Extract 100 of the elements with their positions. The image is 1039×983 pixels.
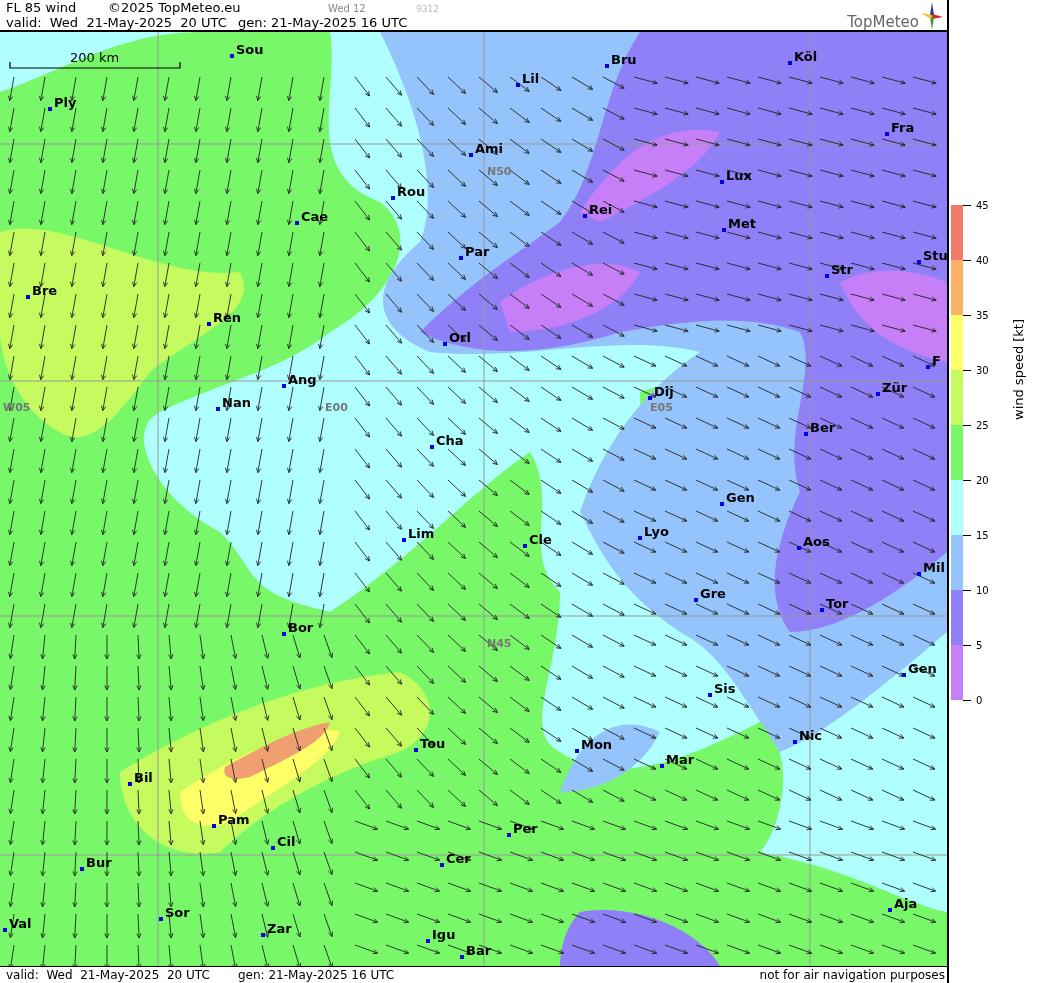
city-marker-icon	[523, 544, 527, 548]
city-marker-icon	[708, 693, 712, 697]
city-marker-icon	[885, 132, 889, 136]
city-label: Lil	[522, 72, 540, 85]
city-label: Fra	[891, 121, 915, 134]
city-marker-icon	[443, 342, 447, 346]
generated-time: gen: 21-May-2025 16 UTC	[238, 968, 395, 982]
grid-label: E00	[325, 402, 348, 413]
grid-label: N45	[487, 638, 512, 649]
grid-label: N50	[487, 166, 512, 177]
city-label: Bru	[611, 53, 637, 66]
city-label: Cae	[301, 210, 329, 223]
chart-title: FL 85 wind	[6, 0, 78, 15]
city-label: Gen	[726, 491, 755, 504]
city-marker-icon	[825, 274, 829, 278]
city-label: Bar	[466, 944, 492, 957]
tick-label: 40	[976, 254, 989, 266]
city-marker-icon	[648, 396, 652, 400]
tick-label: 30	[976, 364, 989, 376]
city-marker-icon	[440, 863, 444, 867]
city-marker-icon	[391, 196, 395, 200]
city-label: Bur	[86, 856, 112, 869]
city-label: F	[932, 354, 941, 367]
tick-label: 0	[976, 694, 983, 706]
city-label: Lyo	[644, 525, 669, 538]
city-label: Dij	[654, 385, 674, 398]
city-label: Gen	[908, 662, 937, 675]
city-label: Ren	[213, 311, 242, 324]
city-label: Bil	[134, 771, 153, 784]
city-label: Lim	[408, 527, 435, 540]
city-label: Bre	[32, 284, 58, 297]
city-label: Nan	[222, 396, 251, 409]
city-marker-icon	[207, 322, 211, 326]
city-marker-icon	[507, 833, 511, 837]
city-marker-icon	[402, 538, 406, 542]
city-label: Köl	[794, 50, 818, 63]
city-marker-icon	[460, 955, 464, 959]
city-marker-icon	[271, 846, 275, 850]
city-marker-icon	[583, 214, 587, 218]
city-marker-icon	[128, 782, 132, 786]
city-label: Tou	[420, 737, 446, 750]
city-label: Par	[465, 245, 490, 258]
grid-label: E05	[650, 402, 673, 413]
city-marker-icon	[230, 54, 234, 58]
city-marker-icon	[926, 365, 930, 369]
city-marker-icon	[261, 933, 265, 937]
city-label: Met	[728, 217, 756, 230]
tick-label: 5	[976, 639, 983, 651]
tick-label: 20	[976, 474, 989, 486]
city-marker-icon	[212, 824, 216, 828]
compass-star-icon	[921, 2, 943, 30]
city-marker-icon	[469, 153, 473, 157]
city-label: Orl	[449, 331, 471, 344]
city-label: Ang	[288, 373, 317, 386]
city-marker-icon	[694, 598, 698, 602]
generated-time: gen: 21-May-2025 16 UTC	[238, 15, 408, 30]
city-label: Stu	[923, 249, 947, 262]
city-marker-icon	[660, 764, 664, 768]
city-marker-icon	[722, 228, 726, 232]
city-label: Zür	[882, 381, 908, 394]
city-marker-icon	[282, 632, 286, 636]
tick-label: 10	[976, 584, 989, 596]
city-marker-icon	[575, 749, 579, 753]
city-marker-icon	[216, 407, 220, 411]
valid-time: valid: Wed 21-May-2025 20 UTC	[6, 968, 211, 982]
city-marker-icon	[295, 221, 299, 225]
city-marker-icon	[876, 392, 880, 396]
city-marker-icon	[159, 917, 163, 921]
city-marker-icon	[902, 673, 906, 677]
city-label: Pam	[218, 813, 250, 826]
run-code: 9312	[416, 4, 439, 14]
city-marker-icon	[459, 256, 463, 260]
city-marker-icon	[797, 546, 801, 550]
city-label: Sou	[236, 43, 264, 56]
city-marker-icon	[888, 908, 892, 912]
city-marker-icon	[48, 107, 52, 111]
scale-label: 200 km	[70, 51, 120, 64]
city-label: Lux	[726, 169, 752, 182]
city-marker-icon	[720, 502, 724, 506]
city-label: Igu	[432, 928, 456, 941]
tick-label: 45	[976, 199, 989, 211]
city-marker-icon	[430, 445, 434, 449]
city-label: Str	[831, 263, 853, 276]
city-label: Aja	[894, 897, 918, 910]
city-label: Cil	[277, 835, 296, 848]
day-code: Wed 12	[328, 3, 367, 14]
city-marker-icon	[282, 384, 286, 388]
valid-time: valid: Wed 21-May-2025 20 UTC	[6, 15, 228, 30]
city-marker-icon	[426, 939, 430, 943]
city-label: Gre	[700, 587, 726, 600]
city-label: Ami	[475, 142, 504, 155]
city-marker-icon	[3, 928, 7, 932]
disclaimer-text: not for air navigation purposes	[759, 968, 945, 982]
city-label: Val	[9, 917, 32, 930]
tick-label: 35	[976, 309, 989, 321]
city-marker-icon	[638, 536, 642, 540]
city-label: Ply	[54, 96, 77, 109]
city-marker-icon	[516, 83, 520, 87]
city-label: Aos	[803, 535, 830, 548]
logo-text: TopMeteo	[847, 15, 919, 30]
